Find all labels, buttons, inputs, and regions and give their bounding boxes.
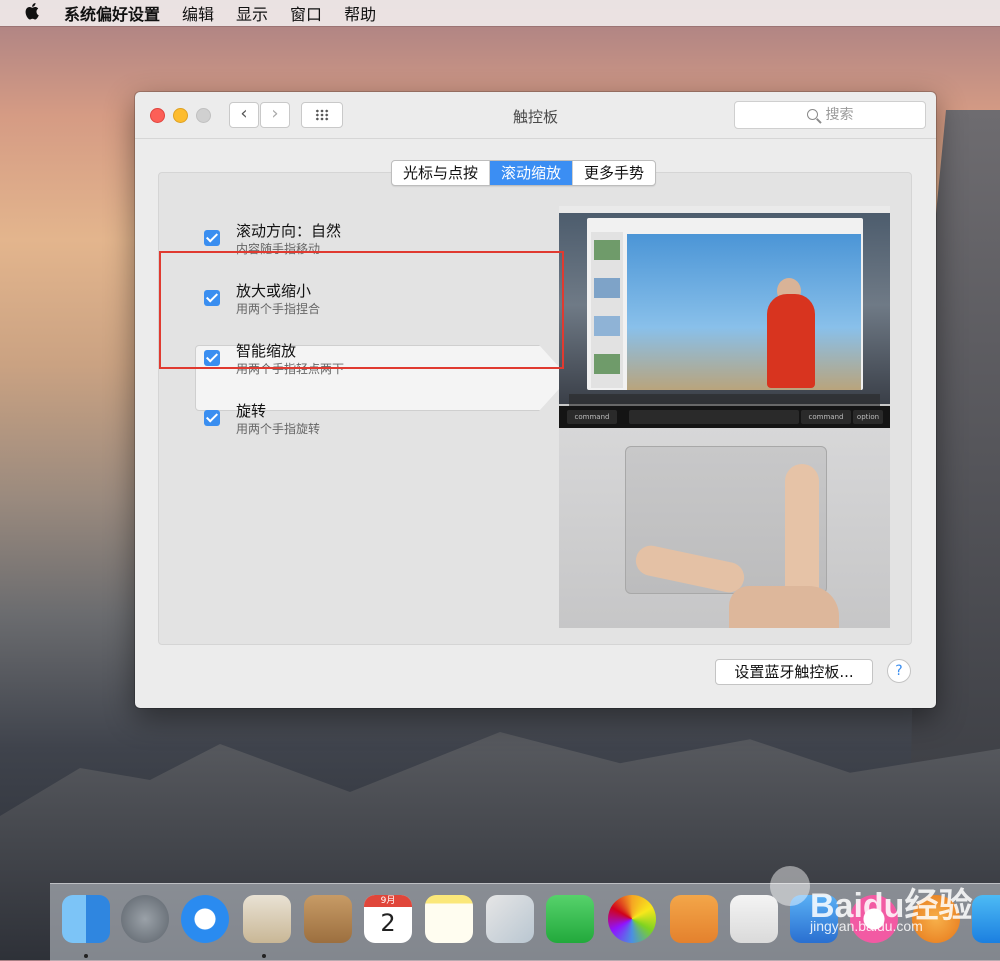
- menu-bar: 系统偏好设置 编辑 显示 窗口 帮助: [0, 0, 1000, 26]
- preview-app-window: [587, 218, 863, 390]
- notes-icon[interactable]: [425, 895, 473, 943]
- search-field[interactable]: 搜索: [734, 101, 926, 129]
- safari-icon[interactable]: [181, 895, 229, 943]
- contacts-icon[interactable]: [304, 895, 352, 943]
- menu-system-preferences[interactable]: 系统偏好设置: [64, 1, 160, 25]
- annotation-highlight-box: [159, 251, 564, 369]
- running-indicator: [262, 954, 266, 958]
- app-store-icon[interactable]: [972, 895, 1000, 943]
- finder-icon[interactable]: [62, 895, 110, 943]
- menu-window[interactable]: 窗口: [290, 1, 322, 25]
- tab-point-and-click[interactable]: 光标与点按: [392, 161, 491, 185]
- search-icon: [806, 109, 818, 120]
- preview-keyboard: command command option: [559, 406, 890, 428]
- menu-view[interactable]: 显示: [236, 1, 268, 25]
- scroll-direction-checkbox[interactable]: [204, 230, 220, 246]
- photos-icon[interactable]: [608, 895, 656, 943]
- dock: 9月 2: [50, 883, 1000, 961]
- preview-spacebar: [629, 410, 799, 424]
- keynote-icon[interactable]: [790, 895, 838, 943]
- preview-key: option: [853, 410, 883, 424]
- gesture-preview-video: command command option: [559, 206, 890, 628]
- numbers-icon[interactable]: [730, 895, 778, 943]
- pages-icon[interactable]: [670, 895, 718, 943]
- search-placeholder: 搜索: [825, 107, 854, 123]
- preview-thumbnails: [591, 232, 623, 388]
- facetime-icon[interactable]: [546, 895, 594, 943]
- preview-thumb: [594, 278, 620, 298]
- preview-photo: [627, 234, 861, 390]
- calendar-icon[interactable]: 9月 2: [364, 895, 412, 943]
- option-subtitle: 用两个手指旋转: [236, 422, 321, 436]
- preview-menubar: [559, 206, 890, 213]
- apple-logo-icon[interactable]: [24, 2, 44, 24]
- menu-help[interactable]: 帮助: [344, 1, 376, 25]
- help-button[interactable]: ?: [887, 659, 911, 683]
- preview-index-finger: [785, 464, 819, 604]
- preview-thumb: [594, 240, 620, 260]
- preview-dock: [569, 394, 880, 406]
- itunes-icon[interactable]: [850, 895, 898, 943]
- setup-bluetooth-trackpad-button[interactable]: 设置蓝牙触控板...: [715, 659, 873, 685]
- option-title: 旋转: [236, 402, 267, 420]
- preview-key: command: [567, 410, 617, 424]
- preview-key: command: [801, 410, 851, 424]
- ibooks-icon[interactable]: [912, 895, 960, 943]
- settings-panel: 滚动方向：自然 内容随手指移动 放大或缩小 用两个手指捏合 智能缩放 用两个手指…: [158, 172, 912, 645]
- trackpad-preferences-window: ‹ › 触控板 搜索 滚动方向：自然 内容随手指移动 放大或缩小 用两个手指捏合…: [135, 92, 936, 708]
- tab-more-gestures[interactable]: 更多手势: [573, 161, 655, 185]
- tab-bar: 光标与点按 滚动缩放 更多手势: [391, 160, 657, 186]
- preview-laptop-body: [559, 428, 890, 628]
- running-indicator: [84, 954, 88, 958]
- preview-thumb: [594, 354, 620, 374]
- mail-icon[interactable]: [243, 895, 291, 943]
- preview-screen: [559, 206, 890, 406]
- tab-scroll-and-zoom[interactable]: 滚动缩放: [490, 161, 574, 185]
- preview-hand: [729, 586, 839, 628]
- option-title: 滚动方向：自然: [236, 222, 342, 240]
- launchpad-icon[interactable]: [121, 895, 169, 943]
- title-bar: ‹ › 触控板 搜索: [135, 92, 936, 139]
- menu-edit[interactable]: 编辑: [182, 1, 214, 25]
- rotate-checkbox[interactable]: [204, 410, 220, 426]
- maps-icon[interactable]: [486, 895, 534, 943]
- preview-thumb: [594, 316, 620, 336]
- calendar-month: 9月: [364, 895, 412, 907]
- preview-person: [767, 294, 815, 388]
- calendar-day: 2: [380, 909, 396, 937]
